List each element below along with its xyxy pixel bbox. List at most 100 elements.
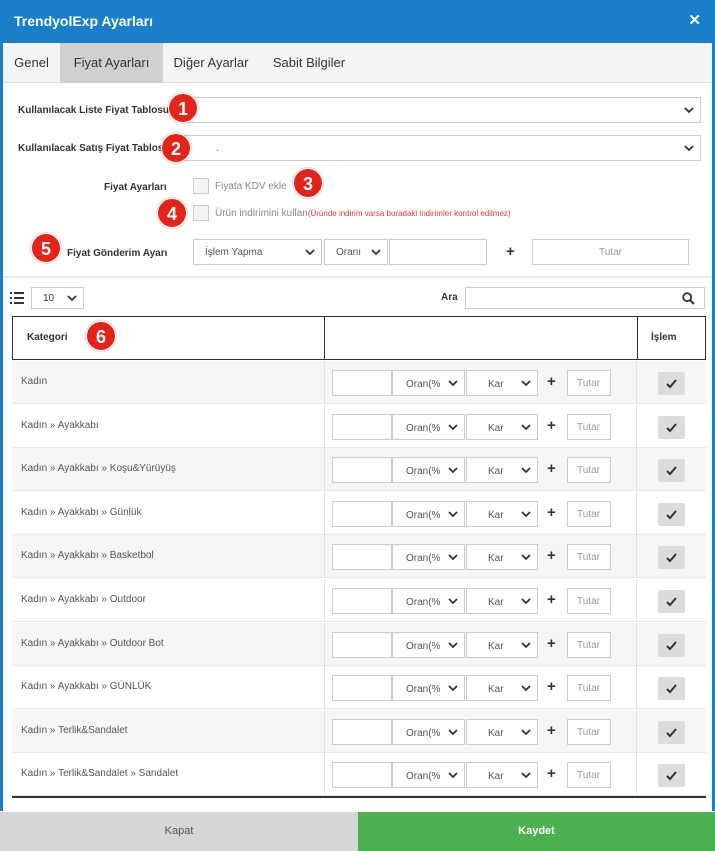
list-icon[interactable] bbox=[10, 292, 24, 304]
row-apply-button[interactable] bbox=[658, 590, 685, 613]
row-rate-input[interactable] bbox=[332, 631, 392, 658]
row-apply-button[interactable] bbox=[658, 546, 685, 570]
row-rate-select[interactable]: Oran(% bbox=[392, 762, 465, 789]
row-type-select[interactable]: Kar bbox=[466, 370, 538, 396]
row-amount-placeholder: Tutar bbox=[577, 508, 600, 520]
row-amount-input[interactable]: Tutar bbox=[567, 370, 611, 396]
row-amount-placeholder: Tutar bbox=[577, 639, 600, 651]
row-type-select[interactable]: Kar bbox=[466, 675, 538, 702]
section-divider bbox=[3, 276, 712, 278]
send-amount-input[interactable]: Tutar bbox=[532, 239, 689, 265]
row-category: Kadın » Terlik&Sandalet » Sandalet bbox=[21, 768, 179, 780]
row-apply-button[interactable] bbox=[658, 677, 685, 701]
row-rate-input[interactable] bbox=[332, 544, 392, 571]
row-apply-button[interactable] bbox=[658, 459, 685, 483]
row-amount-input[interactable]: Tutar bbox=[567, 588, 611, 614]
sale-price-select[interactable]: . bbox=[183, 135, 701, 161]
send-rate-input[interactable] bbox=[389, 239, 487, 265]
row-apply-button[interactable] bbox=[658, 720, 685, 744]
row-amount-input[interactable]: Tutar bbox=[567, 500, 611, 527]
row-rate-input[interactable] bbox=[332, 588, 392, 614]
row-rate-select[interactable]: Oran(% bbox=[392, 500, 465, 527]
tab-genel[interactable]: Genel bbox=[3, 43, 60, 83]
send-rate-select[interactable]: Oranı bbox=[324, 239, 388, 265]
send-amount-placeholder: Tutar bbox=[599, 247, 622, 258]
row-category: Kadın » Ayakkabı » Outdoor bbox=[21, 594, 146, 605]
row-rate-select[interactable]: Oran(% bbox=[392, 588, 465, 614]
close-button[interactable]: Kapat bbox=[0, 812, 358, 851]
search-icon[interactable] bbox=[682, 292, 695, 305]
row-rate-select[interactable]: Oran(% bbox=[392, 413, 465, 440]
row-rate-select[interactable]: Oran(% bbox=[392, 631, 465, 658]
row-type-select[interactable]: Kar bbox=[466, 413, 538, 440]
row-type-value: Kar bbox=[488, 597, 504, 608]
page-size-select[interactable]: 10 bbox=[31, 287, 84, 309]
save-button[interactable]: Kaydet bbox=[358, 812, 715, 851]
row-rate-input[interactable] bbox=[332, 762, 392, 789]
row-apply-button[interactable] bbox=[658, 633, 685, 657]
row-amount-input[interactable]: Tutar bbox=[567, 762, 611, 789]
chevron-down-icon bbox=[521, 509, 531, 519]
plus-icon: + bbox=[547, 503, 556, 521]
row-rate-input[interactable] bbox=[332, 500, 392, 527]
send-action-select[interactable]: İşlem Yapma bbox=[193, 239, 322, 265]
table-row: Kadın » Ayakkabı » Günlük Oran(% Kar + Tutar bbox=[12, 491, 706, 535]
row-type-select[interactable]: Kar bbox=[466, 544, 538, 571]
send-action-value: İşlem Yapma bbox=[205, 247, 263, 258]
annotation-badge-6: 6 bbox=[86, 321, 116, 351]
row-amount-input[interactable]: Tutar bbox=[567, 631, 611, 658]
header-category[interactable]: Kategori bbox=[27, 317, 68, 359]
tab-sabit-bilgiler[interactable]: Sabit Bilgiler bbox=[259, 43, 359, 83]
chevron-down-icon bbox=[684, 105, 694, 115]
row-rate-value: Oran(% bbox=[406, 684, 441, 696]
search-input[interactable] bbox=[465, 287, 705, 309]
list-price-select[interactable] bbox=[183, 97, 701, 123]
row-amount-input[interactable]: Tutar bbox=[567, 544, 611, 571]
row-type-value: Kar bbox=[488, 422, 504, 434]
row-rate-input[interactable] bbox=[332, 675, 392, 702]
row-rate-input[interactable] bbox=[332, 457, 392, 484]
row-amount-input[interactable]: Tutar bbox=[567, 675, 611, 702]
row-type-select[interactable]: Kar bbox=[466, 588, 538, 614]
row-apply-button[interactable] bbox=[658, 502, 685, 526]
chevron-down-icon bbox=[448, 552, 458, 562]
row-rate-input[interactable] bbox=[332, 718, 392, 745]
column-divider bbox=[324, 709, 325, 753]
row-type-select[interactable]: Kar bbox=[466, 631, 538, 658]
table-row: Kadın » Terlik&Sandalet » Sandalet Oran(%… bbox=[12, 753, 706, 797]
column-divider bbox=[636, 666, 637, 710]
row-apply-button[interactable] bbox=[658, 764, 685, 788]
plus-icon: + bbox=[547, 765, 556, 783]
row-rate-select[interactable]: Oran(% bbox=[392, 675, 465, 702]
row-apply-button[interactable] bbox=[658, 372, 685, 395]
row-rate-value: Oran(% bbox=[406, 553, 441, 565]
row-type-value: Kar bbox=[488, 379, 504, 390]
plus-icon: + bbox=[547, 721, 556, 739]
column-divider bbox=[324, 622, 325, 666]
row-amount-input[interactable]: Tutar bbox=[567, 457, 611, 484]
close-icon[interactable]: ✕ bbox=[688, 11, 701, 29]
row-apply-button[interactable] bbox=[658, 415, 685, 439]
tab-fiyat-ayarlari[interactable]: Fiyat Ayarları bbox=[60, 43, 163, 83]
row-rate-input[interactable] bbox=[332, 370, 392, 396]
row-rate-select[interactable]: Oran(% bbox=[392, 370, 465, 396]
row-type-select[interactable]: Kar bbox=[466, 762, 538, 789]
row-amount-input[interactable]: Tutar bbox=[567, 413, 611, 440]
table-row: Kadın » Ayakkabı » Outdoor Bot Oran(% Kar +… bbox=[12, 622, 706, 666]
row-type-select[interactable]: Kar bbox=[466, 457, 538, 484]
kdv-checkbox[interactable] bbox=[193, 178, 209, 194]
row-amount-input[interactable]: Tutar bbox=[567, 718, 611, 745]
discount-checkbox[interactable] bbox=[193, 205, 209, 221]
row-type-value: Kar bbox=[488, 727, 504, 739]
row-type-select[interactable]: Kar bbox=[466, 500, 538, 527]
row-rate-select[interactable]: Oran(% bbox=[392, 544, 465, 571]
row-rate-input[interactable] bbox=[332, 413, 392, 440]
row-type-select[interactable]: Kar bbox=[466, 718, 538, 745]
table-header: Kategori İşlem bbox=[12, 316, 706, 360]
row-category: Kadın » Ayakkabı » Basketbol bbox=[21, 550, 154, 562]
row-amount-placeholder: Tutar bbox=[577, 683, 600, 695]
tab-diger-ayarlar[interactable]: Diğer Ayarlar bbox=[163, 43, 259, 83]
row-rate-select[interactable]: Oran(% bbox=[392, 718, 465, 745]
row-rate-select[interactable]: Oran(% bbox=[392, 457, 465, 484]
chevron-down-icon bbox=[448, 509, 458, 519]
